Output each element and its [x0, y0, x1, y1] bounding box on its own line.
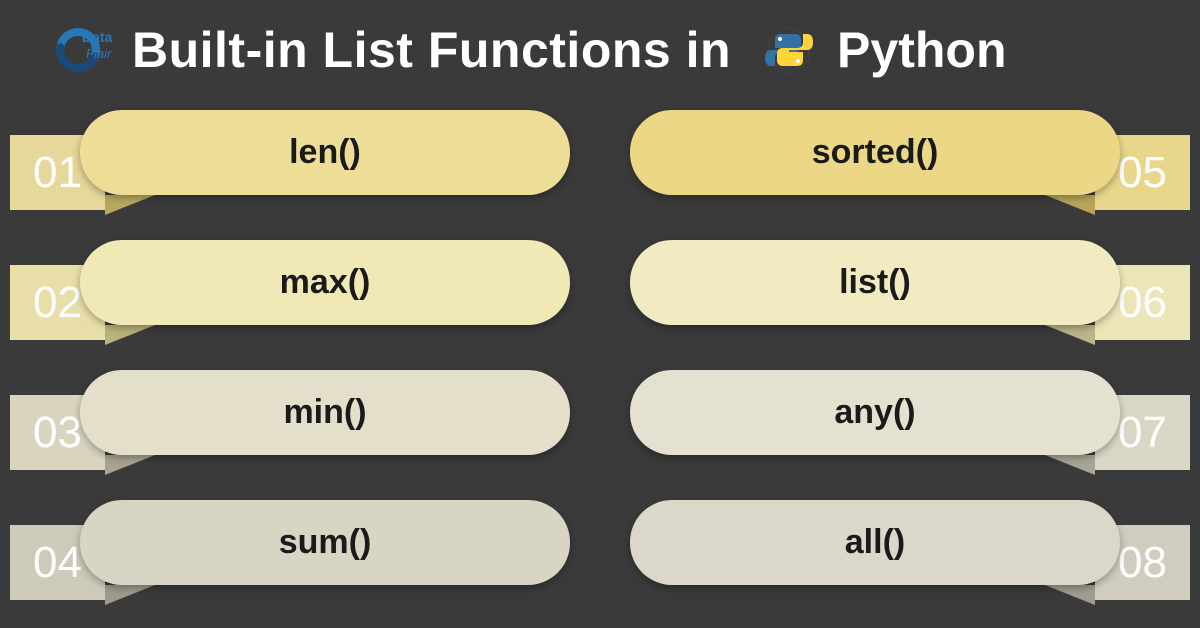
python-logo-icon: [761, 22, 817, 78]
ribbon-fold-icon: [1045, 325, 1095, 345]
function-item-1: 01 len(): [10, 110, 580, 210]
function-label: len(): [80, 110, 570, 195]
dataflair-logo-icon: Data Flair: [40, 20, 112, 80]
ribbon-fold-icon: [1045, 585, 1095, 605]
function-label: sorted(): [630, 110, 1120, 195]
function-item-2: 02 max(): [10, 240, 580, 340]
svg-text:Data: Data: [82, 29, 112, 45]
function-label: any(): [630, 370, 1120, 455]
function-item-4: 04 sum(): [10, 500, 580, 600]
left-column: 01 len() 02 max() 03 min() 04 sum(): [10, 110, 580, 600]
function-label: min(): [80, 370, 570, 455]
right-column: 05 sorted() 06 list() 07 any() 08 all(): [620, 110, 1190, 600]
function-item-6: 06 list(): [620, 240, 1190, 340]
function-label: list(): [630, 240, 1120, 325]
function-label: sum(): [80, 500, 570, 585]
ribbon-fold-icon: [105, 195, 155, 215]
function-item-3: 03 min(): [10, 370, 580, 470]
function-item-7: 07 any(): [620, 370, 1190, 470]
ribbon-fold-icon: [105, 455, 155, 475]
function-label: max(): [80, 240, 570, 325]
ribbon-fold-icon: [1045, 195, 1095, 215]
function-item-8: 08 all(): [620, 500, 1190, 600]
header: Data Flair Built-in List Functions in Py…: [0, 0, 1200, 90]
functions-grid: 01 len() 02 max() 03 min() 04 sum() 05 s…: [0, 90, 1200, 600]
function-item-5: 05 sorted(): [620, 110, 1190, 210]
page-title: Built-in List Functions in: [132, 21, 731, 79]
svg-text:Flair: Flair: [86, 46, 112, 61]
ribbon-fold-icon: [1045, 455, 1095, 475]
ribbon-fold-icon: [105, 585, 155, 605]
language-name: Python: [837, 21, 1006, 79]
function-label: all(): [630, 500, 1120, 585]
ribbon-fold-icon: [105, 325, 155, 345]
